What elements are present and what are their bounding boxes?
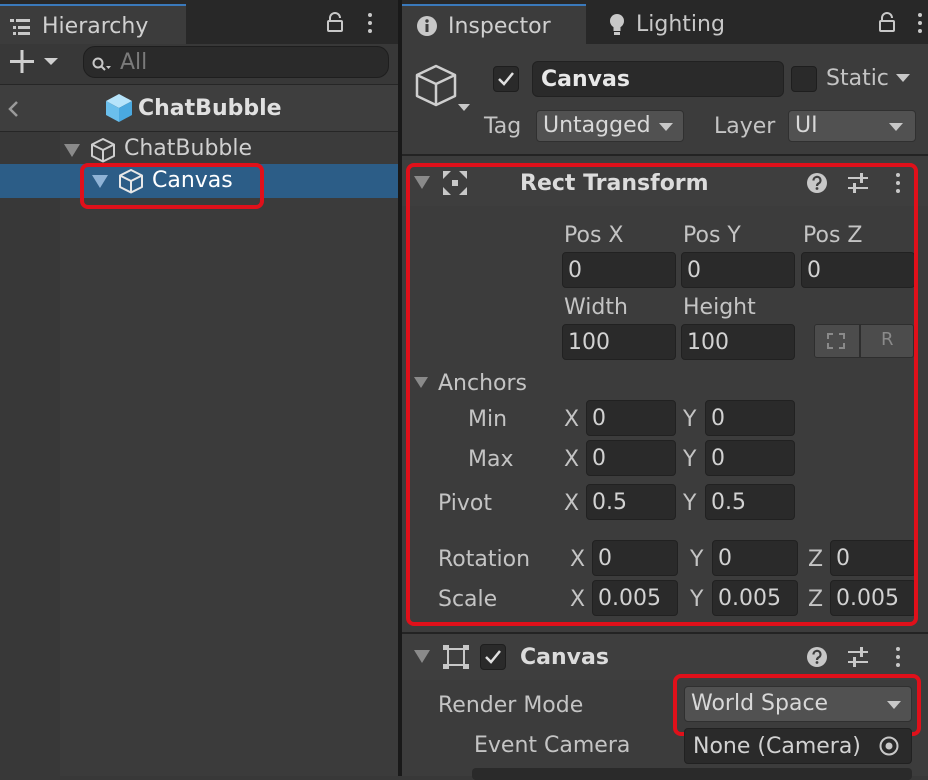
search-placeholder: All (120, 50, 148, 75)
tab-lighting[interactable]: Lighting (588, 4, 758, 44)
highlight-box-rect-transform (406, 163, 918, 626)
back-chevron-icon[interactable] (6, 99, 20, 124)
layer-dropdown[interactable]: UI (788, 110, 916, 142)
expand-arrow-icon[interactable] (64, 144, 80, 157)
tree-background (60, 132, 398, 776)
static-dropdown-arrow-icon[interactable] (896, 74, 910, 82)
event-camera-label: Event Camera (474, 733, 631, 758)
render-mode-label: Render Mode (438, 693, 584, 718)
static-label: Static (826, 66, 889, 91)
object-name-value: Canvas (541, 67, 630, 92)
layer-label: Layer (714, 114, 776, 139)
hierarchy-menu-icon[interactable] (368, 13, 372, 33)
gameobject-large-cube-icon (414, 64, 470, 122)
info-icon (416, 15, 438, 43)
inspector-tab-label: Inspector (448, 14, 551, 39)
hierarchy-panel: Hierarchy All ChatBubble ChatBubble Canv… (0, 0, 398, 776)
preset-sliders-icon[interactable] (846, 646, 870, 674)
tag-dropdown[interactable]: Untagged (536, 110, 684, 142)
static-checkbox[interactable] (791, 66, 817, 92)
tree-item-chatbubble[interactable]: ChatBubble (0, 133, 398, 165)
canvas-component-title: Canvas (520, 645, 609, 670)
tag-value: Untagged (543, 113, 651, 138)
active-checkbox[interactable] (493, 66, 519, 92)
object-picker-icon[interactable] (878, 735, 900, 763)
scene-header: ChatBubble (0, 85, 398, 131)
lighting-tab-label: Lighting (636, 12, 725, 37)
prefab-cube-icon (104, 93, 134, 129)
search-input[interactable]: All (83, 46, 389, 78)
canvas-component-icon (442, 644, 470, 676)
tab-inspector[interactable]: Inspector (402, 4, 586, 44)
next-field-partial (472, 768, 912, 780)
highlight-box-render-mode (673, 674, 921, 736)
hierarchy-tab-label: Hierarchy (42, 14, 149, 39)
layer-value: UI (795, 113, 818, 138)
collapse-arrow-icon[interactable] (414, 650, 430, 663)
tab-hierarchy[interactable]: Hierarchy (0, 4, 186, 44)
event-camera-value: None (Camera) (693, 734, 861, 759)
component-menu-icon[interactable] (896, 647, 900, 667)
inspector-panel: Inspector Lighting Canvas Static Tag Unt… (402, 0, 928, 780)
tag-label: Tag (484, 114, 522, 139)
scene-title: ChatBubble (138, 96, 282, 121)
search-icon (92, 54, 112, 79)
inspector-menu-icon[interactable] (918, 13, 922, 33)
highlight-box-canvas (80, 163, 264, 209)
add-button[interactable] (8, 48, 60, 76)
canvas-enabled-checkbox[interactable] (480, 644, 506, 670)
tree-item-label: ChatBubble (124, 136, 253, 161)
lock-icon[interactable] (878, 12, 896, 38)
lightbulb-icon (608, 13, 626, 43)
chevron-down-icon (659, 123, 673, 131)
help-icon[interactable] (806, 646, 828, 674)
hierarchy-list-icon (10, 17, 32, 35)
chevron-down-icon (889, 123, 903, 131)
object-name-input[interactable]: Canvas (532, 61, 784, 97)
divider (402, 154, 928, 156)
lock-icon[interactable] (326, 12, 344, 38)
